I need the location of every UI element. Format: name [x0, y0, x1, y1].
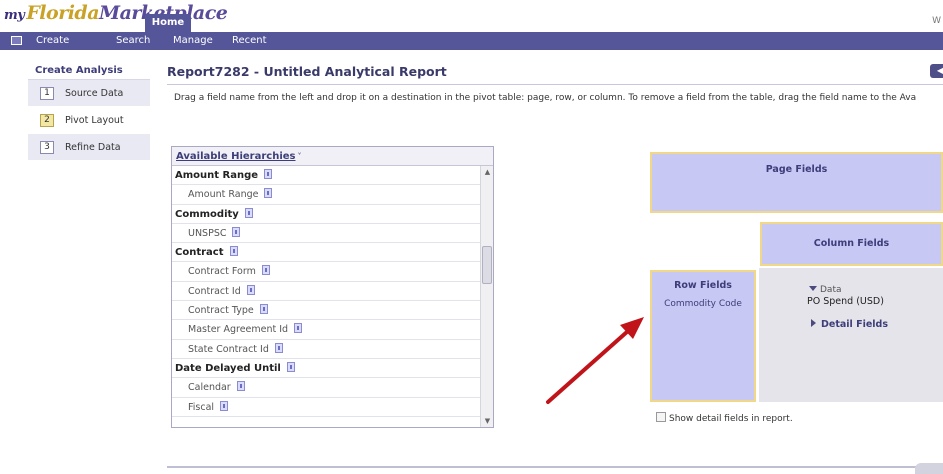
- bottom-corner-tab: [915, 463, 943, 474]
- bottom-divider: [167, 466, 943, 468]
- annotation-arrow: [546, 317, 644, 404]
